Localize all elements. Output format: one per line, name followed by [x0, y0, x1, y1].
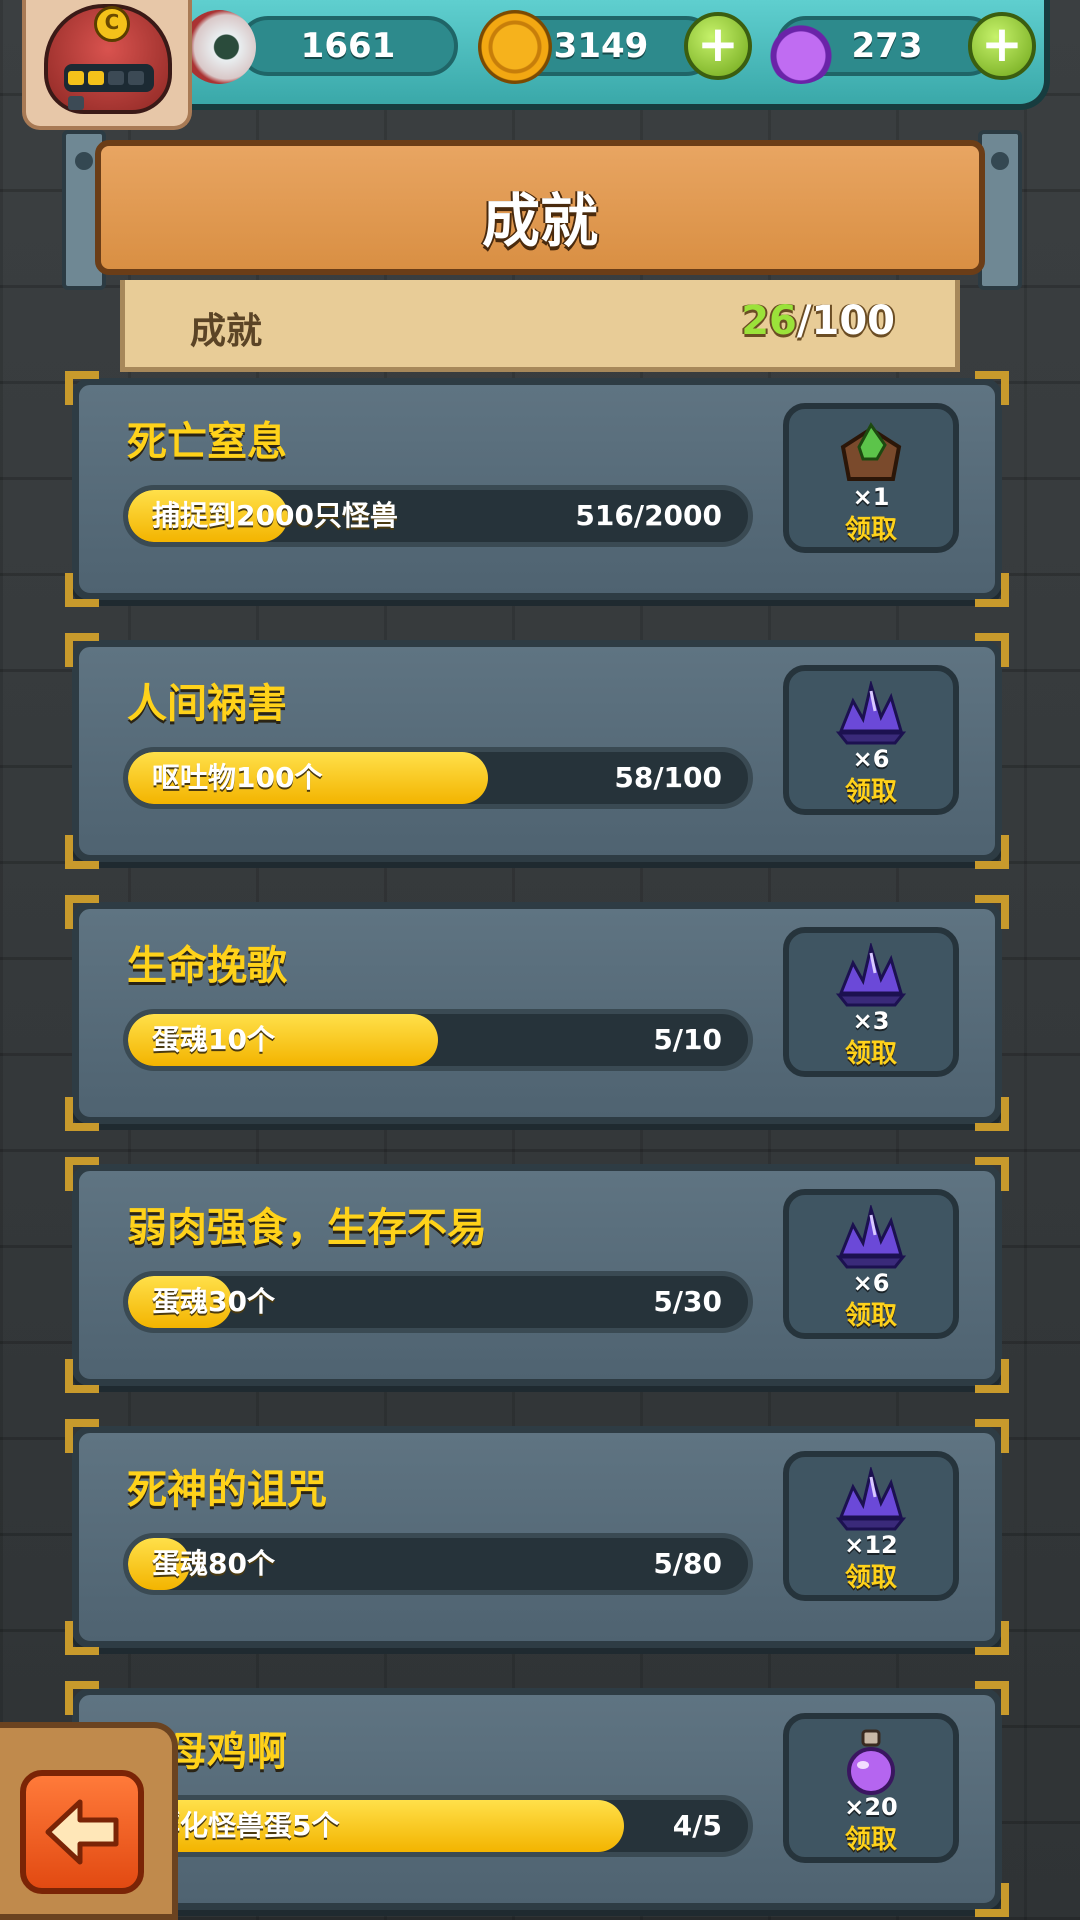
achievement-card: 弱肉强食，生存不易蛋魂30个 5/30 ×6 领取	[65, 1157, 1009, 1393]
summary-label: 成就	[190, 311, 263, 352]
purple-crystal-icon	[831, 679, 911, 751]
purple-crystal-icon	[831, 1465, 911, 1537]
add-coins-button[interactable]: +	[684, 12, 752, 80]
purple-crystal-icon	[831, 941, 911, 1013]
achievement-name: 人间祸害	[127, 681, 287, 727]
claim-reward-button[interactable]: ×6 领取	[783, 1189, 959, 1339]
claim-label: 领取	[844, 1301, 897, 1331]
progress-bar: 呕吐物100个 58/100	[123, 747, 753, 809]
frame-corner	[65, 1419, 99, 1453]
claim-reward-button[interactable]: ×1 领取	[783, 403, 959, 553]
frame-corner	[65, 1621, 99, 1655]
reward-quantity: ×20	[844, 1793, 898, 1821]
frame-corner	[975, 1681, 1009, 1715]
player-avatar[interactable]: C	[22, 0, 192, 130]
eyeball-count: 1661	[300, 26, 396, 66]
frame-corner	[975, 835, 1009, 869]
progress-text: 58/100	[614, 761, 722, 794]
reward-quantity: ×6	[852, 745, 890, 773]
achievement-description: 蛋魂80个	[152, 1547, 275, 1580]
progress-bar: 孵化怪兽蛋5个 4/5	[123, 1795, 753, 1857]
achievement-description: 捕捉到2000只怪兽	[152, 499, 398, 532]
claim-reward-button[interactable]: ×6 领取	[783, 665, 959, 815]
frame-corner	[65, 633, 99, 667]
reward-quantity: ×1	[852, 483, 890, 511]
frame-corner	[65, 1681, 99, 1715]
add-potions-button[interactable]: +	[968, 12, 1036, 80]
frame-corner	[975, 573, 1009, 607]
frame-corner	[975, 895, 1009, 929]
back-arrow-icon	[45, 1799, 119, 1865]
achievement-description: 蛋魂10个	[152, 1023, 275, 1056]
achievement-name: 弱肉强食，生存不易	[127, 1205, 487, 1251]
achievement-card: 死神的诅咒蛋魂80个 5/80 ×12 领取	[65, 1419, 1009, 1655]
back-button[interactable]	[20, 1770, 144, 1894]
purple-crystal-icon	[831, 1203, 911, 1275]
frame-corner	[975, 1097, 1009, 1131]
summary-count: 26/100	[741, 298, 895, 344]
progress-text: 4/5	[672, 1809, 722, 1842]
rank-badge: C	[94, 6, 130, 42]
claim-label: 领取	[844, 1039, 897, 1069]
claim-label: 领取	[844, 1563, 897, 1593]
claim-reward-button[interactable]: ×12 领取	[783, 1451, 959, 1601]
monster-avatar-icon: C	[44, 4, 172, 114]
frame-corner	[65, 895, 99, 929]
eyeball-counter: 1661	[238, 16, 458, 76]
frame-corner	[975, 1157, 1009, 1191]
frame-corner	[65, 371, 99, 405]
frame-corner	[975, 633, 1009, 667]
progress-bar: 蛋魂30个 5/30	[123, 1271, 753, 1333]
claim-label: 领取	[844, 515, 897, 545]
frame-corner	[975, 1359, 1009, 1393]
achievement-description: 呕吐物100个	[152, 761, 323, 794]
page-title: 成就	[481, 187, 598, 255]
achievement-name: 生命挽歌	[127, 943, 287, 989]
achievement-description: 蛋魂30个	[152, 1285, 275, 1318]
frame-corner	[65, 1157, 99, 1191]
progress-bar: 蛋魂80个 5/80	[123, 1533, 753, 1595]
claim-label: 领取	[844, 777, 897, 807]
progress-bar: 蛋魂10个 5/10	[123, 1009, 753, 1071]
frame-corner	[975, 371, 1009, 405]
reward-quantity: ×6	[852, 1269, 890, 1297]
summary-total: /100	[796, 298, 895, 344]
frame-corner	[65, 835, 99, 869]
eyeball-icon	[182, 10, 256, 84]
green-crystal-icon	[831, 419, 911, 489]
claim-reward-button[interactable]: ×20 领取	[783, 1713, 959, 1863]
frame-corner	[975, 1621, 1009, 1655]
achievement-card: 人间祸害呕吐物100个 58/100 ×6 领取	[65, 633, 1009, 869]
frame-corner	[65, 1097, 99, 1131]
summary-current: 26	[741, 298, 797, 344]
frame-corner	[65, 573, 99, 607]
achievement-card: 死亡窒息捕捉到2000只怪兽 516/2000 ×1 领取	[65, 371, 1009, 607]
frame-corner	[975, 1419, 1009, 1453]
potion-icon	[831, 1729, 911, 1799]
back-button-frame	[0, 1722, 178, 1920]
progress-text: 5/30	[653, 1285, 722, 1318]
reward-quantity: ×3	[852, 1007, 890, 1035]
achievement-card: 生命挽歌蛋魂10个 5/10 ×3 领取	[65, 895, 1009, 1131]
frame-corner	[65, 1359, 99, 1393]
level-pips	[64, 64, 154, 110]
potion-icon	[764, 10, 838, 84]
progress-text: 5/10	[653, 1023, 722, 1056]
progress-text: 516/2000	[575, 499, 722, 532]
achievement-name: 死亡窒息	[127, 419, 287, 465]
claim-reward-button[interactable]: ×3 领取	[783, 927, 959, 1077]
claim-label: 领取	[844, 1825, 897, 1855]
reward-quantity: ×12	[844, 1531, 898, 1559]
progress-text: 5/80	[653, 1547, 722, 1580]
achievement-card: 是母鸡啊 孵化怪兽蛋5个 4/5 ×20 领取	[65, 1681, 1009, 1917]
progress-bar: 捕捉到2000只怪兽 516/2000	[123, 485, 753, 547]
achievement-description: 孵化怪兽蛋5个	[152, 1809, 340, 1842]
achievement-summary: 成就 26/100	[120, 280, 960, 372]
resource-bar: 1661 3149 + 273 +	[150, 0, 1050, 110]
title-board: 成就	[95, 140, 985, 275]
achievement-name: 死神的诅咒	[127, 1467, 327, 1513]
coin-icon	[478, 10, 552, 84]
frame-corner	[975, 1883, 1009, 1917]
